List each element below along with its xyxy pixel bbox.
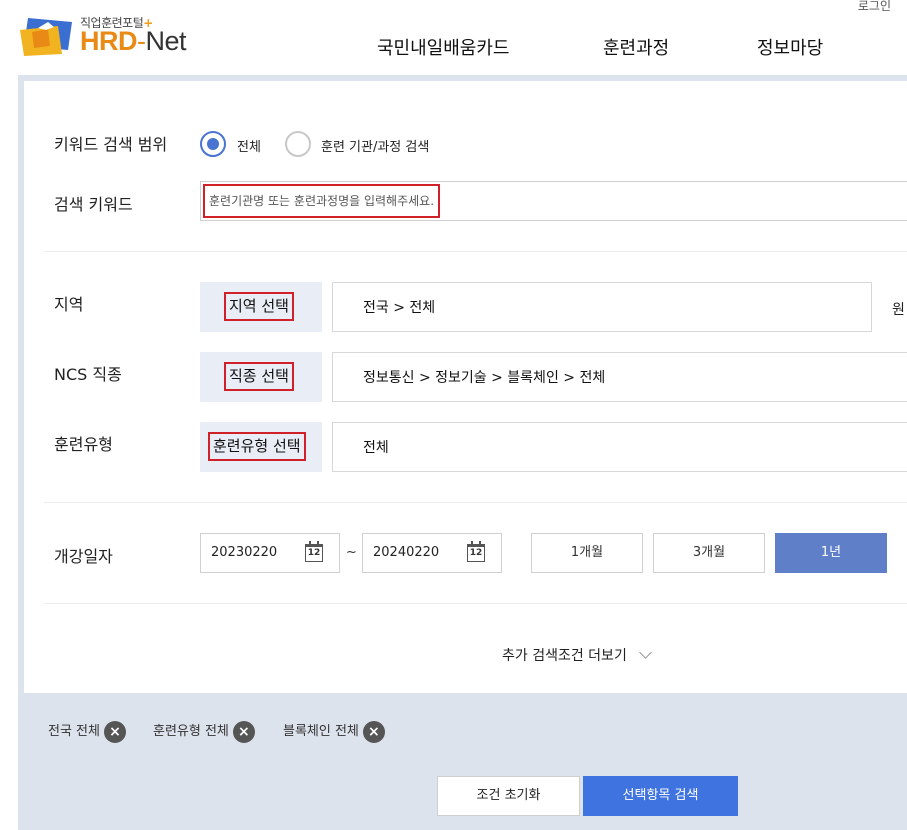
training-type-value-field: 전체 [332,422,907,472]
ncs-select-button[interactable]: 직종 선택 [200,352,322,402]
calendar-icon[interactable]: 12 [467,541,485,562]
end-date-value: 20240220 [373,545,440,560]
region-side-text: 원 [892,302,905,318]
close-icon[interactable]: × [232,720,255,743]
tag-ncs[interactable]: 블록체인 전체 × [283,720,385,743]
calendar-icon[interactable]: 12 [305,541,323,562]
period-1-month-button[interactable]: 1개월 [531,533,643,573]
more-conditions-toggle[interactable]: 추가 검색조건 더보기 [502,645,652,665]
scope-radio-institution[interactable] [285,131,311,157]
login-link[interactable]: 로그인 [858,0,891,14]
close-icon[interactable]: × [103,720,126,743]
region-label: 지역 [54,295,84,314]
section-divider [44,603,907,604]
ncs-value-field: 정보통신 > 정보기술 > 블록체인 > 전체 [332,352,907,402]
chevron-down-icon [638,646,652,659]
keyword-scope-label: 키워드 검색 범위 [54,135,168,154]
date-range-separator: ~ [346,545,357,560]
section-divider [44,502,907,503]
tag-region[interactable]: 전국 전체 × [48,720,126,743]
search-keyword-input[interactable]: 훈련기관명 또는 훈련과정명을 입력해주세요. [200,181,907,221]
tag-region-label: 전국 전체 [48,724,100,739]
ncs-select-button-label: 직종 선택 [224,362,294,391]
scope-radio-all-label[interactable]: 전체 [237,136,261,155]
period-3-months-button[interactable]: 3개월 [653,533,765,573]
period-1-year-button[interactable]: 1년 [775,533,887,573]
search-panel-wrapper: 키워드 검색 범위 전체 훈련 기관/과정 검색 검색 키워드 훈련기관명 또는… [18,75,907,830]
region-value-field: 전국 > 전체 [332,282,872,332]
more-conditions-label: 추가 검색조건 더보기 [502,648,627,664]
tag-training-type[interactable]: 훈련유형 전체 × [153,720,255,743]
end-date-input[interactable]: 20240220 12 [362,533,502,573]
reset-conditions-button[interactable]: 조건 초기화 [437,776,580,816]
ncs-label: NCS 직종 [54,365,122,384]
section-divider [44,251,907,252]
search-conditions-panel: 키워드 검색 범위 전체 훈련 기관/과정 검색 검색 키워드 훈련기관명 또는… [24,81,907,693]
tag-training-type-label: 훈련유형 전체 [153,724,229,739]
start-date-value: 20230220 [211,545,278,560]
nav-item-info-square[interactable]: 정보마당 [757,34,823,60]
region-select-button-label: 지역 선택 [224,292,294,321]
scope-radio-institution-label[interactable]: 훈련 기관/과정 검색 [321,136,429,155]
region-select-button[interactable]: 지역 선택 [200,282,322,332]
start-date-label: 개강일자 [54,547,113,566]
main-navigation: 국민내일배움카드 훈련과정 정보마당 [0,34,907,64]
scope-radio-all[interactable] [200,131,226,157]
training-type-select-button[interactable]: 훈련유형 선택 [200,422,322,472]
search-keyword-label: 검색 키워드 [54,195,133,214]
start-date-input[interactable]: 20230220 12 [200,533,340,573]
nav-item-training-courses[interactable]: 훈련과정 [603,34,669,60]
close-icon[interactable]: × [362,720,385,743]
keyword-placeholder: 훈련기관명 또는 훈련과정명을 입력해주세요. [203,184,441,218]
training-type-label: 훈련유형 [54,435,113,454]
nav-item-learning-card[interactable]: 국민내일배움카드 [377,34,509,60]
search-selected-button[interactable]: 선택항목 검색 [583,776,738,816]
training-type-select-button-label: 훈련유형 선택 [208,432,306,461]
tag-ncs-label: 블록체인 전체 [283,724,359,739]
